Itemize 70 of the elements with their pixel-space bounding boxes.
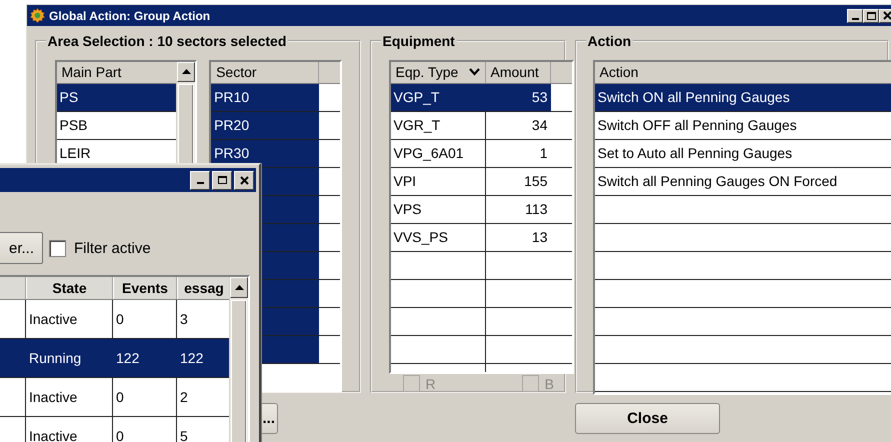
table-cell[interactable]: 53 bbox=[486, 84, 550, 111]
column-header: essag bbox=[177, 277, 229, 299]
column-header: Eqp. Type bbox=[396, 64, 458, 80]
window-title: Global Action: Group Action bbox=[49, 8, 210, 22]
table-cell[interactable]: 0 bbox=[113, 378, 177, 416]
list-item[interactable]: Switch OFF all Penning Gauges bbox=[594, 112, 891, 139]
chevron-down-icon bbox=[468, 68, 480, 76]
table-cell[interactable]: 1 bbox=[486, 140, 550, 167]
table-cell[interactable]: 2 bbox=[177, 378, 229, 416]
list-item[interactable]: PR30 bbox=[211, 140, 320, 167]
maximize-button[interactable] bbox=[212, 170, 232, 190]
table-cell[interactable]: VGP_T bbox=[390, 84, 486, 111]
minimize-icon bbox=[852, 18, 858, 20]
maximize-icon bbox=[218, 176, 226, 184]
window-close-button[interactable] bbox=[234, 170, 254, 190]
list-item[interactable]: PS bbox=[56, 84, 176, 111]
triangle-up-icon bbox=[234, 285, 244, 290]
table-cell[interactable]: VVS_PS bbox=[390, 224, 486, 251]
table-cell[interactable]: 5 bbox=[177, 417, 229, 442]
table-cell[interactable]: VGR_T bbox=[390, 112, 486, 139]
column-header: Amount bbox=[486, 62, 550, 83]
filter-button[interactable]: er... bbox=[0, 232, 43, 264]
list-item[interactable]: PR10 bbox=[211, 84, 320, 111]
table-cell[interactable]: 122 bbox=[177, 339, 229, 377]
maximize-button[interactable] bbox=[863, 8, 879, 22]
table-cell[interactable]: VPG_6A01 bbox=[390, 140, 486, 167]
list-item[interactable]: Set to Auto all Penning Gauges bbox=[594, 140, 891, 167]
list-item[interactable]: Switch ON all Penning Gauges bbox=[594, 84, 891, 111]
table-cell[interactable]: 122 bbox=[113, 339, 177, 377]
table-cell[interactable]: 155 bbox=[486, 168, 550, 195]
table-cell[interactable]: VPS bbox=[390, 196, 486, 223]
gear-icon bbox=[30, 8, 45, 23]
close-icon bbox=[240, 176, 248, 184]
minimize-icon bbox=[196, 182, 204, 184]
table-cell[interactable]: 113 bbox=[486, 196, 550, 223]
scroll-up-button[interactable] bbox=[177, 62, 196, 82]
list-item[interactable]: PR20 bbox=[211, 112, 320, 139]
group-title: Action bbox=[586, 33, 632, 49]
list-item[interactable]: PSB bbox=[56, 112, 176, 139]
column-header: Events bbox=[113, 277, 177, 299]
column-header: Sector bbox=[211, 62, 320, 83]
table-cell[interactable]: Inactive bbox=[26, 417, 113, 442]
table-cell[interactable]: VPI bbox=[390, 168, 486, 195]
list-item[interactable]: Switch all Penning Gauges ON Forced bbox=[594, 168, 891, 195]
table-cell[interactable]: Inactive bbox=[26, 300, 113, 338]
table-cell[interactable]: Inactive bbox=[26, 378, 113, 416]
table-cell[interactable]: 13 bbox=[486, 224, 550, 251]
checkbox-label: R bbox=[426, 376, 436, 392]
group-title: Equipment bbox=[382, 33, 456, 49]
list-item[interactable]: LEIR bbox=[56, 140, 176, 167]
checkbox[interactable] bbox=[49, 240, 66, 256]
checkbox-label: B bbox=[544, 376, 554, 392]
checkbox-label: Filter active bbox=[74, 240, 151, 256]
maximize-icon bbox=[866, 12, 876, 20]
table-cell[interactable]: 0 bbox=[113, 300, 177, 338]
minimize-button[interactable] bbox=[847, 8, 863, 22]
close-button[interactable]: Close bbox=[575, 403, 720, 434]
window-close-button[interactable] bbox=[879, 8, 891, 22]
table-cell[interactable]: 0 bbox=[113, 417, 177, 442]
group-title: Area Selection : 10 sectors selected bbox=[46, 33, 288, 49]
table-cell[interactable]: 3 bbox=[177, 300, 229, 338]
table-cell[interactable]: Running bbox=[26, 339, 113, 377]
minimize-button[interactable] bbox=[190, 170, 210, 190]
close-icon bbox=[882, 11, 891, 20]
scroll-up-button[interactable] bbox=[230, 277, 248, 298]
scrollbar[interactable] bbox=[229, 277, 248, 442]
triangle-up-icon bbox=[182, 69, 191, 74]
column-header: Action bbox=[594, 62, 891, 83]
table-cell[interactable]: 34 bbox=[486, 112, 550, 139]
column-header: State bbox=[26, 277, 113, 299]
